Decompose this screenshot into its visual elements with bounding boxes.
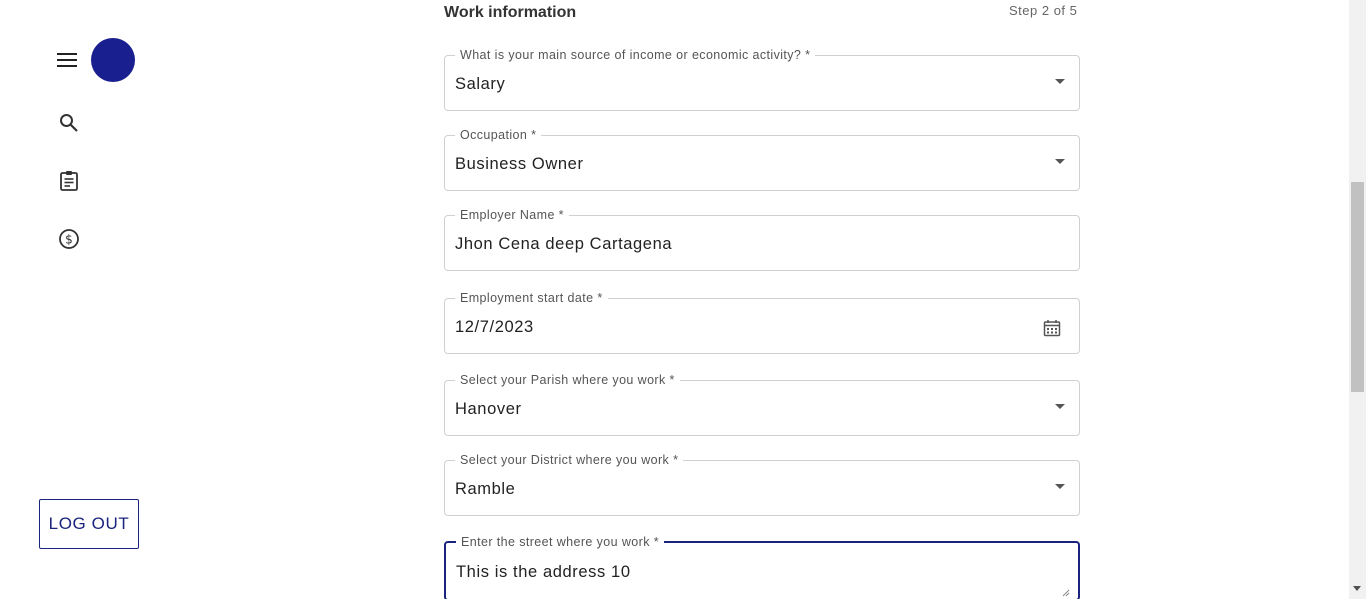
occupation-select[interactable]: Occupation * Business Owner [444, 128, 1080, 191]
field-value: Ramble [455, 480, 516, 498]
parish-select[interactable]: Select your Parish where you work * Hano… [444, 373, 1080, 436]
step-indicator: Step 2 of 5 [1009, 3, 1078, 18]
field-label: What is your main source of income or ec… [455, 48, 816, 62]
field-value: Jhon Cena deep Cartagena [455, 235, 673, 253]
resize-grip-icon[interactable] [1062, 589, 1070, 597]
field-label: Employer Name * [455, 208, 569, 222]
district-select[interactable]: Select your District where you work * Ra… [444, 453, 1080, 516]
income-source-select[interactable]: What is your main source of income or ec… [444, 48, 1080, 111]
scroll-down-icon[interactable] [1353, 586, 1361, 591]
search-icon[interactable] [57, 111, 81, 135]
field-value: Salary [455, 75, 506, 93]
menu-icon[interactable] [57, 52, 77, 68]
dropdown-arrow-icon[interactable] [1055, 79, 1065, 84]
field-value: Business Owner [455, 155, 584, 173]
calendar-icon[interactable] [1043, 319, 1061, 337]
field-value: Hanover [455, 400, 522, 418]
field-label: Select your Parish where you work * [455, 373, 680, 387]
field-label: Select your District where you work * [455, 453, 684, 467]
dropdown-arrow-icon[interactable] [1055, 159, 1065, 164]
scrollbar[interactable] [1349, 0, 1366, 599]
dropdown-arrow-icon[interactable] [1055, 404, 1065, 409]
dropdown-arrow-icon[interactable] [1055, 484, 1065, 489]
svg-text:$: $ [65, 233, 73, 247]
dollar-icon[interactable]: $ [57, 227, 81, 251]
field-label: Enter the street where you work * [456, 535, 665, 549]
field-label: Employment start date * [455, 291, 608, 305]
scrollbar-thumb[interactable] [1351, 182, 1364, 392]
avatar[interactable] [91, 38, 135, 82]
street-input[interactable]: Enter the street where you work * This i… [444, 535, 1080, 599]
section-title: Work information [444, 4, 577, 21]
employer-name-input[interactable]: Employer Name * Jhon Cena deep Cartagena [444, 208, 1080, 271]
logout-button[interactable]: LOG OUT [39, 499, 139, 549]
field-value: 12/7/2023 [455, 318, 534, 336]
employment-start-date-input[interactable]: Employment start date * 12/7/2023 [444, 291, 1080, 354]
field-value: This is the address 10 [456, 563, 631, 581]
sidebar: $ LOG OUT [0, 0, 178, 599]
clipboard-icon[interactable] [57, 169, 81, 193]
field-label: Occupation * [455, 128, 542, 142]
